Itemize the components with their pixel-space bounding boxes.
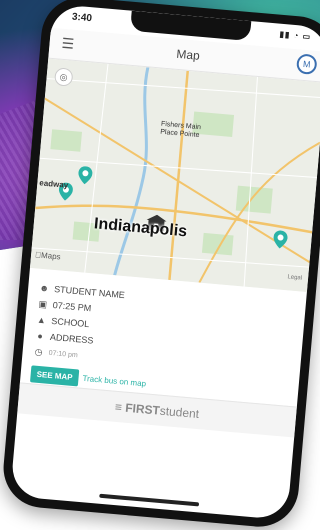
clock-icon: ◷ [34, 346, 44, 357]
status-indicators: ▮▮ ◔ ▭ [279, 29, 312, 42]
logo-mark-icon: ≡ [114, 399, 123, 415]
home-indicator[interactable] [99, 493, 200, 507]
map-view[interactable]: ◎ Fishers Main Place Pointe Indianapolis… [29, 58, 320, 293]
school-small-icon: ▲ [36, 314, 47, 326]
bus-icon: ▣ [38, 298, 48, 309]
map-canvas [29, 58, 320, 293]
status-time: 3:40 [71, 11, 93, 25]
trip-info-panel: ☻ STUDENT NAME ▣ 07:25 PM ▲ SCHOOL ● ADD… [21, 273, 307, 397]
location-pin-icon: ● [36, 330, 44, 342]
first-student-logo: ≡ FIRSTstudent [114, 399, 200, 422]
phone-frame: 3:40 ▮▮ ◔ ▭ ☰ Map M ◎ Fishers Main Place… [0, 0, 320, 530]
school-name: SCHOOL [50, 315, 90, 330]
eta-time: 07:10 pm [48, 349, 79, 359]
pickup-time: 07:25 PM [52, 299, 92, 314]
track-bus-link[interactable]: Track bus on map [82, 374, 146, 389]
address-text: ADDRESS [49, 331, 94, 346]
map-legal-link[interactable]: Legal [287, 274, 302, 281]
phone-screen: 3:40 ▮▮ ◔ ▭ ☰ Map M ◎ Fishers Main Place… [10, 3, 320, 521]
user-icon: ☻ [39, 282, 50, 294]
